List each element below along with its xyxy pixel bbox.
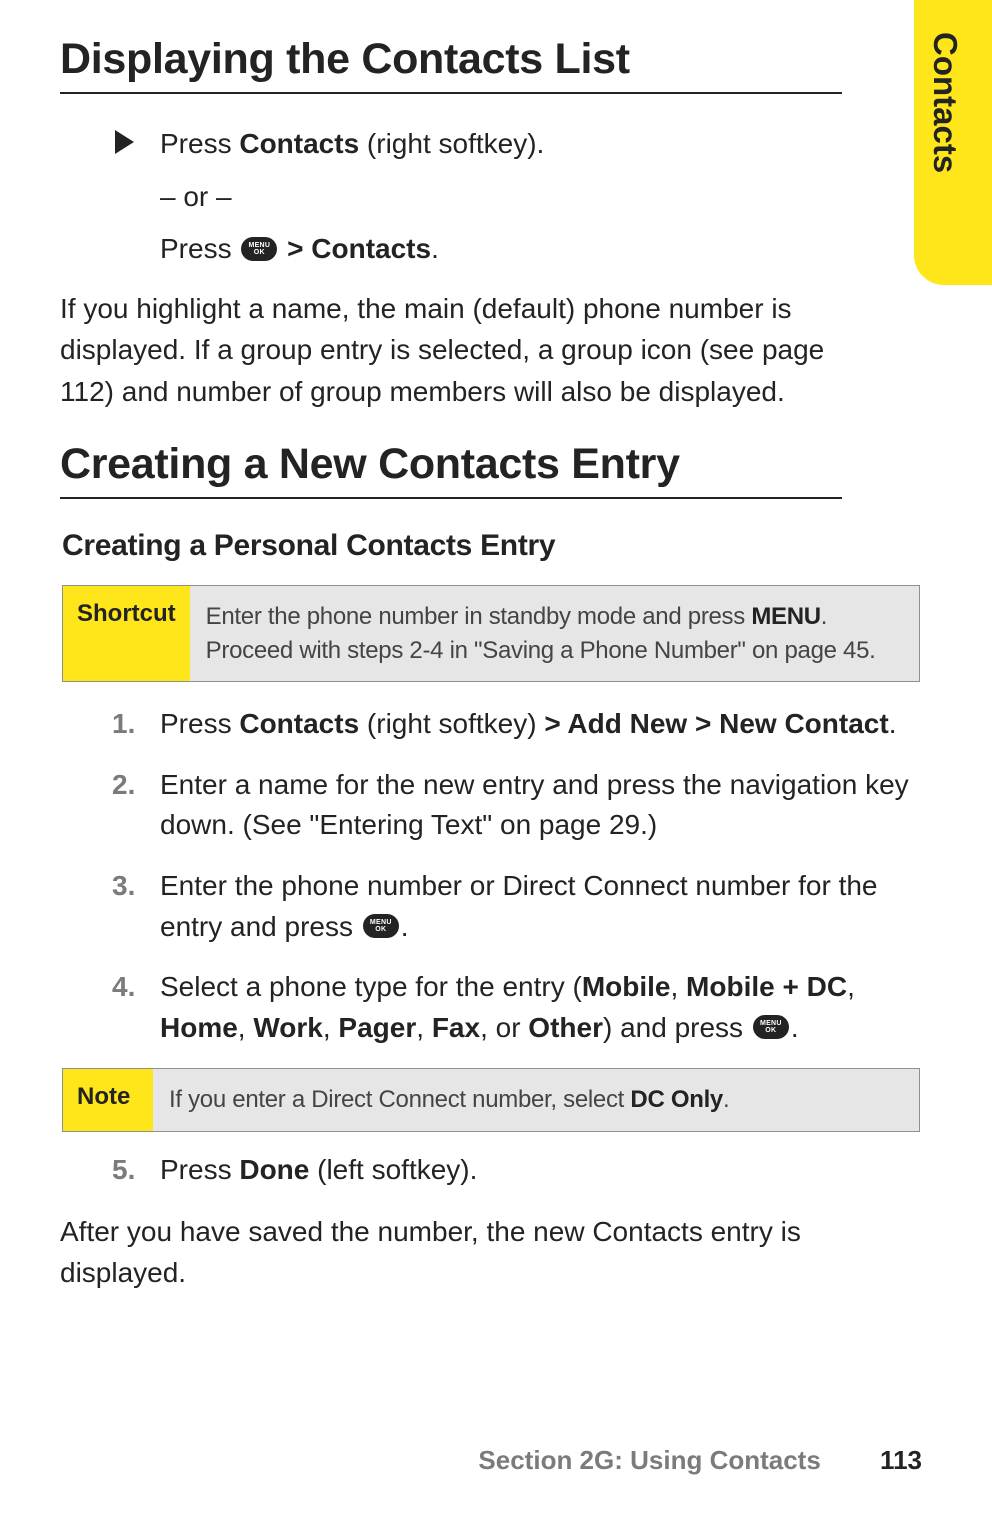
text: (right softkey). — [359, 128, 544, 159]
text: . — [401, 911, 409, 942]
rule — [60, 92, 842, 94]
text-bold: Other — [528, 1012, 603, 1043]
text-bold: DC Only — [630, 1086, 723, 1113]
text: ) and press — [603, 1012, 751, 1043]
text: , — [416, 1012, 432, 1043]
text: Press — [160, 708, 239, 739]
menu-ok-icon: MENUOK — [241, 237, 277, 261]
footer-section: Section 2G: Using Contacts — [478, 1445, 820, 1475]
step-1: Press Contacts (right softkey) > Add New… — [60, 704, 920, 745]
note-callout: Note If you enter a Direct Connect numbe… — [62, 1068, 920, 1132]
steps-list-cont: Press Done (left softkey). — [60, 1150, 922, 1191]
text-bold: > Add New > New Contact — [544, 708, 888, 739]
step-3: Enter the phone number or Direct Connect… — [60, 866, 920, 947]
rule — [60, 497, 842, 499]
text-bold: Pager — [338, 1012, 416, 1043]
text-bold: MENU — [751, 603, 820, 630]
callout-content: If you enter a Direct Connect number, se… — [153, 1069, 919, 1131]
shortcut-callout: Shortcut Enter the phone number in stand… — [62, 585, 920, 682]
text: Enter the phone number in standby mode a… — [206, 603, 752, 630]
text: , — [238, 1012, 254, 1043]
side-tab-label: Contacts — [926, 32, 964, 173]
text-bold: Fax — [432, 1012, 480, 1043]
menu-ok-icon: MENUOK — [363, 914, 399, 938]
text: (right softkey) — [359, 708, 544, 739]
bullet-or: – or – — [160, 177, 842, 218]
text-bold: > — [279, 233, 311, 264]
bullet-line-1: Press Contacts (right softkey). — [160, 124, 842, 165]
text-bold: Done — [239, 1154, 309, 1185]
side-tab: Contacts — [914, 0, 992, 285]
bullet-block: Press Contacts (right softkey). – or – P… — [60, 124, 842, 270]
text: (left softkey). — [309, 1154, 477, 1185]
footer: Section 2G: Using Contacts 113 — [478, 1445, 922, 1476]
text: Enter the phone number or Direct Connect… — [160, 870, 878, 942]
text: . — [889, 708, 897, 739]
text-bold: Mobile + DC — [686, 971, 847, 1002]
text-bold: Contacts — [311, 233, 431, 264]
text: Press — [160, 128, 239, 159]
subheading: Creating a Personal Contacts Entry — [62, 529, 922, 563]
step-4: Select a phone type for the entry (Mobil… — [60, 967, 920, 1048]
text: Select a phone type for the entry ( — [160, 971, 582, 1002]
triangle-bullet-icon — [115, 130, 134, 154]
text: Press — [160, 233, 239, 264]
text: , — [323, 1012, 339, 1043]
text-bold: Contacts — [239, 128, 359, 159]
text: , — [847, 971, 855, 1002]
page-number: 113 — [880, 1445, 922, 1475]
steps-list: Press Contacts (right softkey) > Add New… — [60, 704, 922, 1048]
callout-label: Note — [63, 1069, 153, 1131]
bullet-line-2: Press MENUOK > Contacts. — [160, 229, 842, 270]
text: . — [723, 1086, 729, 1113]
text-bold: Mobile — [582, 971, 671, 1002]
text-bold: Work — [253, 1012, 323, 1043]
text: If you enter a Direct Connect number, se… — [169, 1086, 630, 1113]
text: . — [791, 1012, 799, 1043]
text: Press — [160, 1154, 239, 1185]
step-5: Press Done (left softkey). — [60, 1150, 920, 1191]
paragraph: If you highlight a name, the main (defau… — [60, 288, 842, 412]
step-2: Enter a name for the new entry and press… — [60, 765, 920, 846]
heading-displaying: Displaying the Contacts List — [60, 35, 842, 84]
paragraph: After you have saved the number, the new… — [60, 1211, 842, 1294]
callout-content: Enter the phone number in standby mode a… — [190, 586, 919, 681]
text-bold: Home — [160, 1012, 238, 1043]
text-bold: Contacts — [239, 708, 359, 739]
text: , or — [480, 1012, 528, 1043]
callout-label: Shortcut — [63, 586, 190, 681]
menu-ok-icon: MENUOK — [753, 1015, 789, 1039]
heading-creating: Creating a New Contacts Entry — [60, 440, 842, 489]
text: , — [670, 971, 686, 1002]
text: . — [431, 233, 439, 264]
